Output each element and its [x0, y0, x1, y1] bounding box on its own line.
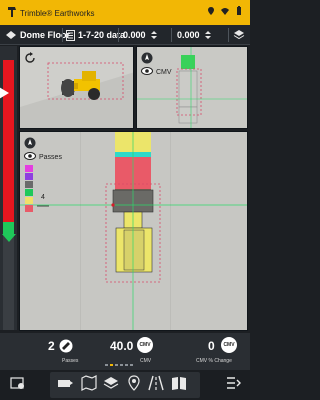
dataset-selector[interactable]: 1-7-20 data — [66, 25, 125, 45]
settings-icon — [10, 375, 26, 396]
location-button[interactable] — [123, 373, 145, 397]
more-button[interactable] — [222, 373, 244, 397]
passes-label: Passes — [62, 358, 79, 364]
passes-plan-view[interactable]: Passes 4 — [19, 131, 248, 331]
cmv-change-stat: 0 CMV CMV % Change — [196, 337, 237, 364]
passes-value: 2 — [48, 339, 55, 353]
legend-swatch — [25, 165, 33, 172]
on-grade-pointer-icon — [2, 229, 16, 247]
cmv-value: 40.0 — [110, 339, 134, 353]
legend-swatch — [25, 197, 33, 204]
surface-icon — [5, 29, 17, 41]
view-mode-label[interactable]: CMV — [156, 69, 172, 76]
elevation-value: 0.000 — [177, 30, 200, 40]
wifi-icon — [220, 6, 230, 16]
mapping-button[interactable] — [54, 373, 76, 397]
trimble-logo-icon — [6, 6, 18, 18]
layers-nav-button[interactable] — [100, 373, 122, 397]
surface-selector[interactable]: Dome Floor — [5, 25, 70, 45]
settings-button[interactable] — [7, 373, 29, 397]
passes-roller-icon — [59, 339, 73, 358]
map-icon — [81, 374, 97, 396]
cut-fill-icon — [149, 30, 159, 40]
eye-icon[interactable] — [141, 67, 153, 77]
grade-pointer-icon — [0, 86, 9, 104]
page-dot[interactable] — [110, 364, 113, 366]
map-button[interactable] — [78, 373, 100, 397]
cmv-change-icon: CMV — [221, 337, 237, 353]
cmv-gauge-icon: CMV — [137, 337, 153, 353]
layers-icon — [233, 29, 245, 41]
legend-swatch — [25, 173, 33, 180]
layers-icon — [103, 375, 119, 396]
legend-swatch — [25, 181, 33, 188]
elevation-icon — [203, 30, 213, 40]
more-icon — [225, 375, 241, 396]
cmv-change-value: 0 — [208, 339, 215, 353]
location-icon — [206, 6, 216, 16]
legend-count: 4 — [41, 194, 45, 201]
cmv-plan-view[interactable]: CMV — [136, 46, 248, 129]
roller-compactor-icon — [60, 69, 104, 106]
page-dot[interactable] — [120, 364, 123, 366]
cmv-stat: 40.0 CMV CMV — [110, 337, 153, 364]
cmv-label: CMV — [140, 358, 152, 364]
view-mode-label[interactable]: Passes — [39, 154, 62, 161]
cut-fill-readout[interactable]: 0.000 — [123, 25, 159, 45]
location-pin-icon — [126, 374, 142, 396]
grade-indicator-bar — [0, 46, 17, 330]
layers-button[interactable] — [233, 25, 245, 45]
refresh-icon[interactable] — [24, 51, 36, 69]
grade-indicator-fill — [3, 234, 14, 330]
cut-fill-value: 0.000 — [123, 30, 146, 40]
bottom-navigation — [0, 370, 250, 400]
mapping-icon — [57, 375, 73, 396]
page-indicator[interactable] — [105, 364, 133, 366]
battery-icon — [234, 6, 244, 16]
book-button[interactable] — [168, 373, 190, 397]
book-icon — [171, 375, 187, 396]
legend-swatch — [25, 205, 33, 212]
machine-3d-view[interactable] — [19, 46, 134, 129]
legend-swatch — [25, 189, 33, 196]
top-toolbar: Dome Floor 1-7-20 data 0.000 0.000 — [0, 25, 250, 45]
grade-indicator-cut — [3, 60, 14, 222]
dataset-icon — [66, 29, 75, 41]
passes-stat: 2 Passes — [48, 337, 78, 364]
page-dot[interactable] — [115, 364, 118, 366]
road-button[interactable] — [145, 373, 167, 397]
road-icon — [148, 375, 164, 396]
cmv-change-label: CMV % Change — [196, 358, 232, 364]
app-status-bar: Trimble® Earthworks — [0, 0, 250, 25]
page-dot[interactable] — [130, 364, 133, 366]
elevation-readout[interactable]: 0.000 — [177, 25, 213, 45]
app-title: Trimble® Earthworks — [20, 9, 95, 18]
eye-icon[interactable] — [24, 152, 36, 162]
page-dot[interactable] — [125, 364, 128, 366]
page-dot[interactable] — [105, 364, 108, 366]
